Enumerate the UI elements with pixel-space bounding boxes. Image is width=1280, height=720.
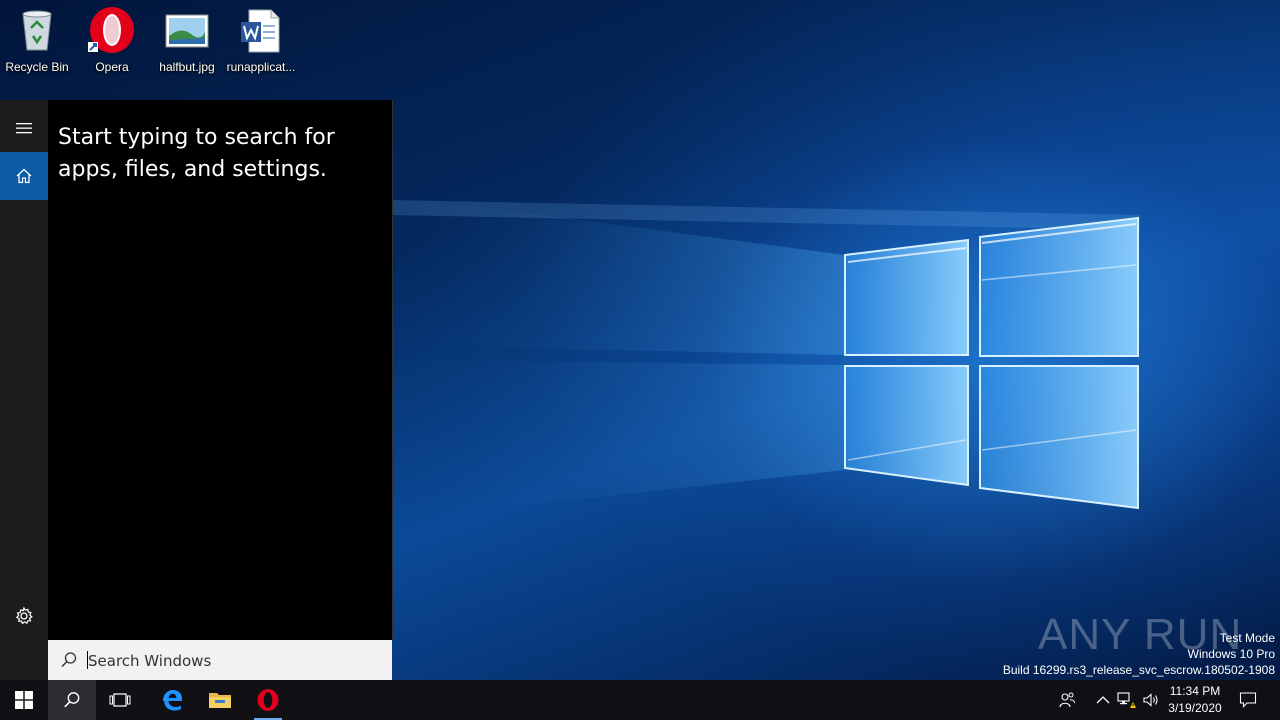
- notification-icon: [1239, 692, 1257, 708]
- search-prompt-text: Start typing to search for apps, files, …: [58, 125, 335, 182]
- people-button[interactable]: [1057, 690, 1077, 710]
- text-caret: [87, 651, 88, 669]
- opera-icon: [257, 689, 279, 711]
- desktop-icon-opera[interactable]: Opera: [75, 4, 149, 76]
- hamburger-menu-button[interactable]: [0, 104, 48, 152]
- search-input[interactable]: [86, 648, 380, 674]
- taskbar-search-button[interactable]: [48, 680, 96, 720]
- task-view-button[interactable]: [96, 680, 144, 720]
- home-button[interactable]: [0, 152, 48, 200]
- test-mode-text: Test Mode: [1219, 631, 1275, 645]
- opera-icon: [88, 6, 136, 54]
- settings-button[interactable]: [0, 592, 48, 640]
- task-view-icon: [109, 693, 131, 707]
- action-center-button[interactable]: [1238, 690, 1258, 710]
- settings-icon: [15, 606, 33, 625]
- taskbar-opera-button[interactable]: [244, 680, 292, 720]
- desktop-icon-runapplication[interactable]: runapplicat...: [224, 4, 298, 76]
- desktop-icon-label: Recycle Bin: [5, 60, 69, 74]
- volume-icon: [1143, 693, 1158, 707]
- recycle-bin-icon: [13, 6, 61, 54]
- word-document-icon: [237, 6, 285, 54]
- network-button[interactable]: [1117, 690, 1137, 710]
- search-icon: [64, 692, 80, 708]
- network-warning-icon: [1117, 692, 1136, 708]
- start-menu-rail: [0, 100, 48, 680]
- search-icon: [61, 652, 77, 668]
- clock-button[interactable]: 11:34 PM 3/19/2020: [1160, 683, 1230, 717]
- file-explorer-icon: [209, 693, 231, 708]
- desktop-icon-recycle-bin[interactable]: Recycle Bin: [0, 4, 74, 76]
- people-icon: [1059, 692, 1075, 708]
- start-icon: [15, 691, 33, 709]
- start-button[interactable]: [0, 680, 48, 720]
- desktop-icon-label: halfbut.jpg: [159, 60, 215, 74]
- edge-icon: [163, 690, 182, 711]
- edition-text: Windows 10 Pro: [1187, 647, 1275, 661]
- show-hidden-icons-button[interactable]: [1093, 690, 1113, 710]
- search-box[interactable]: [48, 640, 392, 680]
- home-icon: [16, 168, 32, 184]
- desktop-icon-label: runapplicat...: [226, 60, 296, 74]
- system-info-overlay: Test Mode Windows 10 Pro Build 16299.rs3…: [1003, 630, 1275, 678]
- desktop-icon-label: Opera: [95, 60, 129, 74]
- desktop-icon-halfbut[interactable]: halfbut.jpg: [150, 4, 224, 76]
- taskbar-edge-button[interactable]: [148, 680, 196, 720]
- taskbar: 11:34 PM 3/19/2020: [0, 680, 1280, 720]
- taskbar-file-explorer-button[interactable]: [196, 680, 244, 720]
- search-results-pane: Start typing to search for apps, files, …: [48, 100, 393, 640]
- volume-button[interactable]: [1141, 690, 1161, 710]
- clock-date: 3/19/2020: [1168, 701, 1222, 715]
- menu-icon: [16, 123, 32, 134]
- build-text: Build 16299.rs3_release_svc_escrow.18050…: [1002, 663, 1275, 677]
- chevron-up-icon: [1096, 696, 1110, 704]
- clock-time: 11:34 PM: [1169, 684, 1221, 698]
- image-file-icon: [163, 6, 211, 54]
